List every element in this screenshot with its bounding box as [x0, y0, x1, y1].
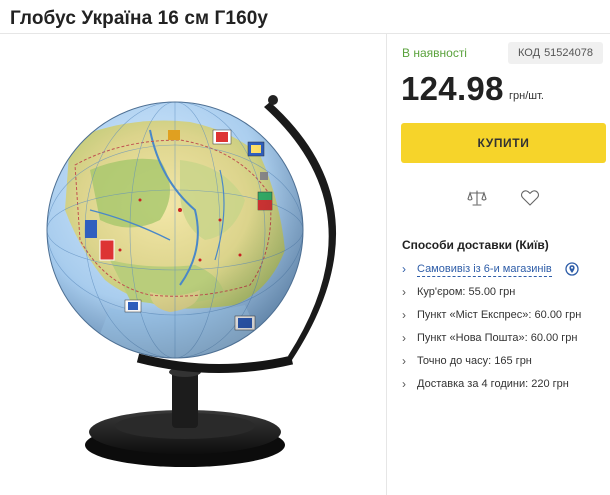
scales-icon [467, 190, 487, 206]
delivery-item-label[interactable]: Самовивіз із 6-и магазинів [417, 263, 552, 277]
product-title: Глобус Україна 16 см Г160у [10, 8, 269, 29]
header-divider [0, 33, 610, 34]
product-code-label: КОД [518, 47, 541, 59]
wishlist-button[interactable] [518, 186, 542, 210]
chevron-right-icon: › [402, 331, 406, 345]
compare-button[interactable] [465, 186, 489, 210]
product-code-value: 51524078 [544, 47, 594, 59]
delivery-title: Способи доставки (Київ) [402, 238, 549, 252]
delivery-item-4-hours: › Доставка за 4 години: 220 грн [402, 377, 607, 400]
delivery-item-label: Точно до часу: 165 грн [417, 355, 532, 367]
map-pin-icon[interactable] [565, 262, 579, 276]
chevron-right-icon: › [402, 285, 406, 299]
delivery-item-label: Пункт «Нова Пошта»: 60.00 грн [417, 332, 578, 344]
delivery-item-label: Пункт «Міст Експрес»: 60.00 грн [417, 309, 582, 321]
chevron-right-icon: › [402, 354, 406, 368]
price-unit: грн/шт. [509, 90, 544, 102]
delivery-item-mist-express: › Пункт «Міст Експрес»: 60.00 грн [402, 308, 607, 331]
delivery-item-pickup[interactable]: › Самовивіз із 6-и магазинів [402, 262, 607, 285]
buy-button[interactable]: КУПИТИ [401, 123, 606, 163]
delivery-item-exact-time: › Точно до часу: 165 грн [402, 354, 607, 377]
product-image[interactable] [30, 60, 380, 480]
product-code-badge: КОД 51524078 [508, 42, 604, 64]
globe-illustration [46, 95, 337, 467]
delivery-item-courier: › Кур'єром: 55.00 грн [402, 285, 607, 308]
chevron-right-icon: › [402, 377, 406, 391]
column-divider [386, 33, 387, 495]
delivery-methods-list: › Самовивіз із 6-и магазинів › Кур'єром:… [402, 262, 607, 400]
price-value: 124.98 [401, 70, 504, 107]
stock-status: В наявності [402, 46, 467, 60]
delivery-item-label: Кур'єром: 55.00 грн [417, 286, 516, 298]
delivery-item-nova-poshta: › Пункт «Нова Пошта»: 60.00 грн [402, 331, 607, 354]
delivery-item-label: Доставка за 4 години: 220 грн [417, 378, 569, 390]
chevron-right-icon: › [402, 308, 406, 322]
chevron-right-icon: › [402, 262, 406, 276]
heart-icon [520, 190, 540, 206]
